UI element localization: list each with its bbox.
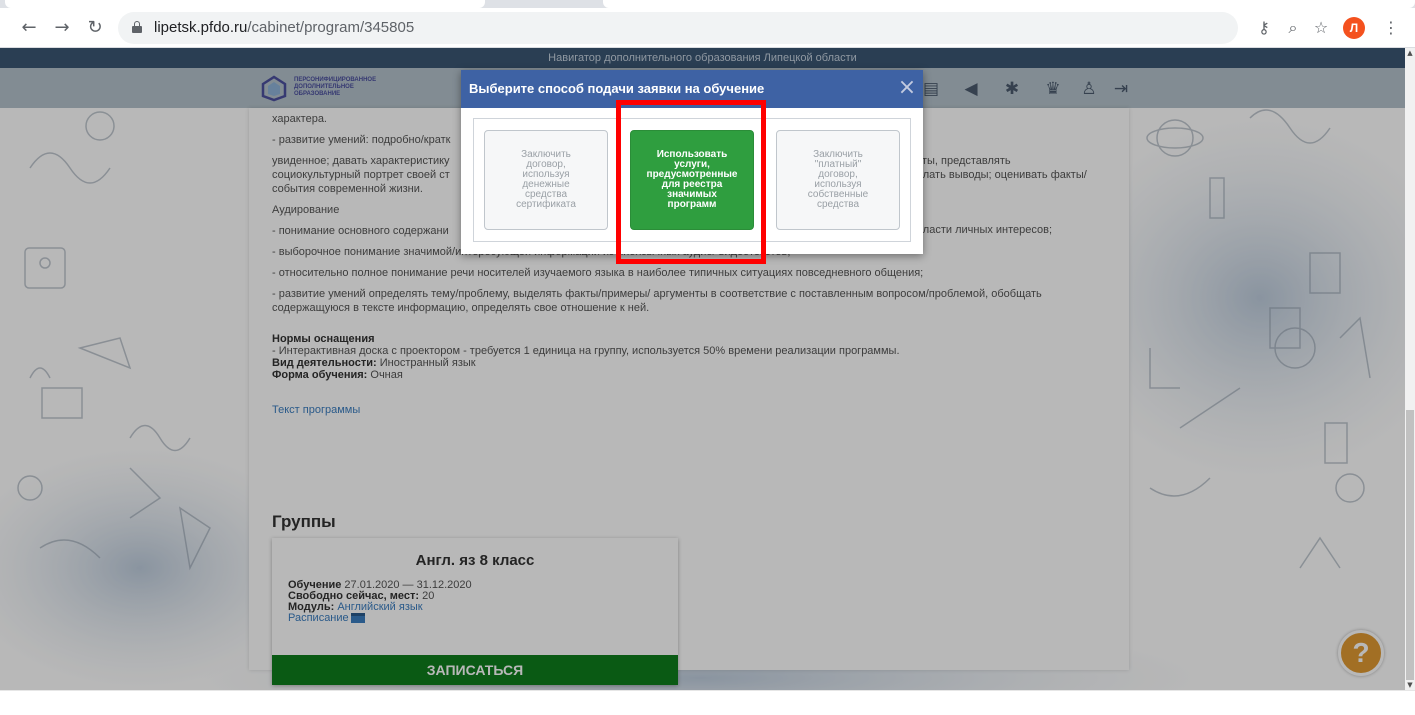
bottom-bar xyxy=(0,690,1415,715)
zoom-icon[interactable]: ⌕ xyxy=(1282,17,1304,39)
highlight-box xyxy=(616,100,766,264)
scroll-thumb[interactable] xyxy=(1406,410,1414,680)
option-paid-contract[interactable]: Заключить "платный" договор, используя с… xyxy=(776,130,900,230)
star-icon[interactable]: ☆ xyxy=(1310,17,1332,39)
lock-icon[interactable] xyxy=(132,21,142,33)
dialog-title: Выберите способ подачи заявки на обучени… xyxy=(469,81,765,96)
menu-icon[interactable]: ⋮ xyxy=(1380,17,1402,39)
new-tab-area[interactable] xyxy=(603,0,1415,8)
scroll-up-icon[interactable]: ▲ xyxy=(1405,48,1415,58)
back-icon[interactable]: ← xyxy=(18,17,40,39)
key-icon[interactable]: ⚷ xyxy=(1253,17,1275,39)
forward-icon[interactable]: → xyxy=(51,17,73,39)
browser-toolbar: ← → ↻ lipetsk.pfdo.ru/cabinet/program/34… xyxy=(0,8,1415,48)
tab-strip xyxy=(0,0,1415,8)
address-bar[interactable]: lipetsk.pfdo.ru/cabinet/program/345805 xyxy=(118,12,1238,44)
profile-avatar[interactable]: Л xyxy=(1343,17,1365,39)
vertical-scrollbar[interactable]: ▲ ▼ xyxy=(1405,48,1415,690)
page-viewport: Навигатор дополнительного образования Ли… xyxy=(0,48,1405,690)
active-tab[interactable] xyxy=(5,0,485,8)
url-text[interactable]: lipetsk.pfdo.ru/cabinet/program/345805 xyxy=(154,19,414,36)
scroll-down-icon[interactable]: ▼ xyxy=(1405,680,1415,690)
option-certificate-contract[interactable]: Заключить договор, используя денежные ср… xyxy=(484,130,608,230)
close-icon[interactable]: × xyxy=(895,76,919,100)
reload-icon[interactable]: ↻ xyxy=(84,17,106,39)
